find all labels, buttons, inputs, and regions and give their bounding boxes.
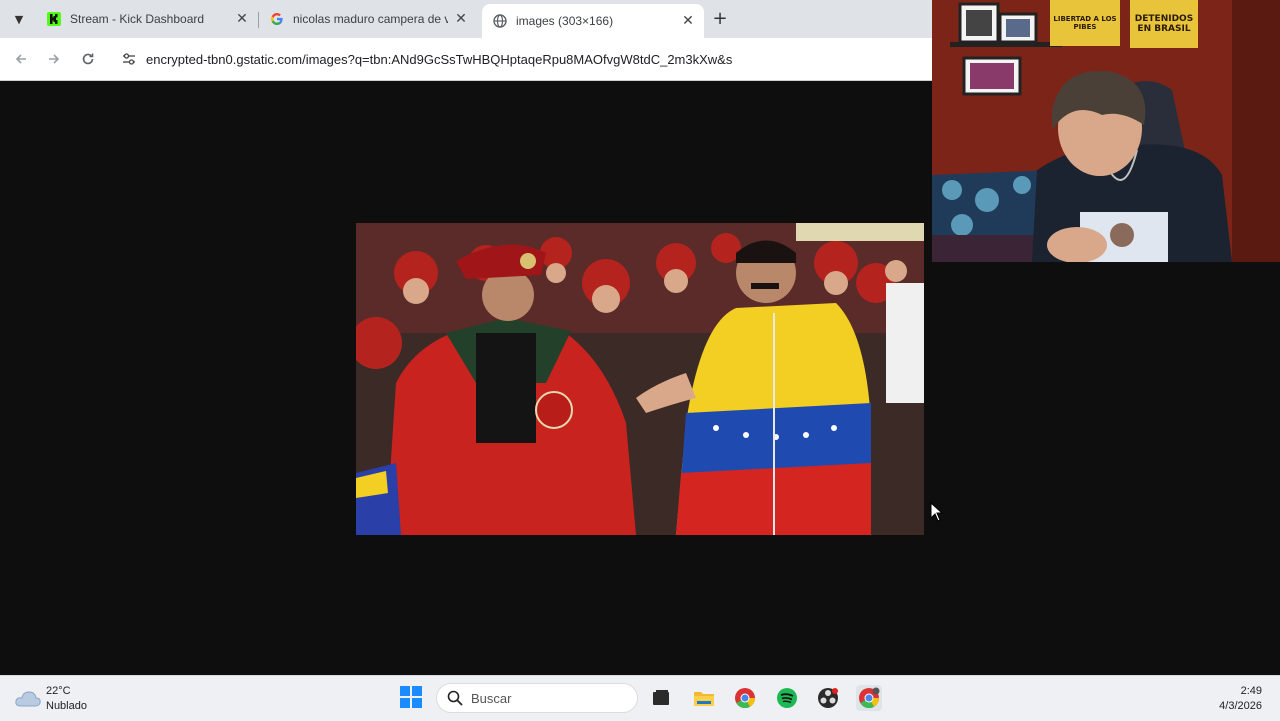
taskbar-search-box[interactable]: Buscar — [436, 683, 638, 713]
tab-strip: ▼ Stream - Kick Dashboard ✕ nicolas madu… — [0, 0, 932, 38]
address-bar[interactable]: encrypted-tbn0.gstatic.com/images?q=tbn:… — [112, 43, 932, 75]
tab-kick-dashboard[interactable]: Stream - Kick Dashboard ✕ — [36, 4, 258, 34]
weather-condition: Nublado — [46, 700, 87, 712]
close-tab-icon[interactable]: ✕ — [680, 13, 696, 29]
globe-icon — [492, 13, 508, 29]
tab-title: images (303×166) — [516, 14, 614, 28]
webcam-poster-left: LIBERTAD A LOS PIBES — [1050, 0, 1120, 46]
forward-arrow-icon[interactable] — [42, 48, 66, 70]
tab-search-icon[interactable]: ▼ — [8, 8, 30, 30]
kick-logo-icon — [46, 11, 62, 27]
mouse-cursor-icon — [930, 502, 944, 522]
clock-date: 4/3/2026 — [1219, 700, 1262, 712]
cloud-icon — [15, 691, 41, 707]
reload-icon[interactable] — [76, 48, 100, 70]
site-settings-icon[interactable] — [120, 50, 138, 68]
browser-window: ▼ Stream - Kick Dashboard ✕ nicolas madu… — [0, 0, 932, 675]
image-viewer-area — [0, 81, 932, 675]
browser-toolbar: encrypted-tbn0.gstatic.com/images?q=tbn:… — [0, 38, 932, 81]
clock-time: 2:49 — [1240, 685, 1262, 697]
task-view-icon[interactable] — [648, 685, 674, 711]
tab-title: Stream - Kick Dashboard — [70, 12, 205, 26]
search-icon — [447, 690, 463, 706]
tab-images-active[interactable]: images (303×166) ✕ — [482, 4, 704, 38]
url-text: encrypted-tbn0.gstatic.com/images?q=tbn:… — [146, 51, 733, 67]
close-tab-icon[interactable]: ✕ — [453, 11, 469, 27]
windows-start-icon[interactable] — [400, 686, 422, 708]
chrome-active-icon[interactable] — [856, 685, 882, 711]
webcam-poster-right: DETENIDOS EN BRASIL — [1130, 0, 1198, 48]
back-arrow-icon[interactable] — [9, 48, 33, 70]
displayed-photo — [356, 223, 924, 535]
file-explorer-icon[interactable] — [691, 685, 717, 711]
search-placeholder: Buscar — [471, 690, 512, 706]
obs-studio-icon[interactable] — [815, 685, 841, 711]
tab-title: nicolas maduro campera de ve — [293, 12, 448, 26]
new-tab-button[interactable]: + — [709, 8, 731, 30]
weather-widget[interactable]: 22°C Nublado — [14, 684, 87, 714]
windows-taskbar: 22°C Nublado Buscar 2:49 4/3/2026 — [0, 675, 1280, 721]
webcam-overlay: LIBERTAD A LOS PIBES DETENIDOS EN BRASIL — [932, 0, 1280, 262]
tab-google-search[interactable]: nicolas maduro campera de ve ✕ — [259, 4, 477, 34]
weather-temperature: 22°C — [46, 685, 71, 697]
spotify-icon[interactable] — [774, 685, 800, 711]
system-clock[interactable]: 2:49 4/3/2026 — [1219, 684, 1262, 714]
chrome-icon[interactable] — [732, 685, 758, 711]
close-tab-icon[interactable]: ✕ — [234, 11, 250, 27]
google-logo-icon — [269, 11, 285, 27]
